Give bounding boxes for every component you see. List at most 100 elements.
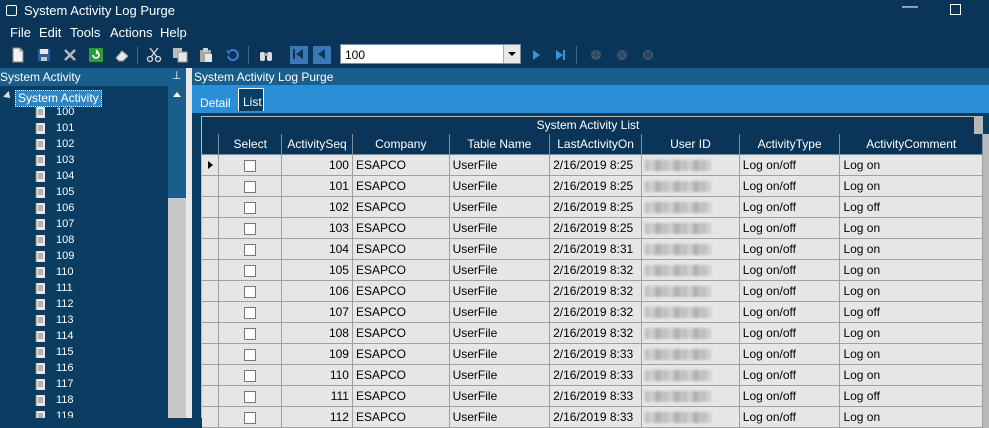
refresh-icon[interactable] (88, 47, 104, 63)
company-cell[interactable]: ESAPCO (352, 386, 449, 407)
user-id-cell[interactable] (642, 386, 740, 407)
select-checkbox[interactable] (244, 202, 256, 214)
scroll-thumb[interactable] (168, 103, 186, 198)
activity-type-cell[interactable]: Log on/off (739, 302, 840, 323)
dropdown-button[interactable] (503, 45, 520, 63)
table-row[interactable]: 100ESAPCOUserFile2/16/2019 8:25Log on/of… (202, 155, 989, 176)
tab-detail[interactable]: Detail (192, 88, 236, 111)
user-id-cell[interactable] (642, 155, 740, 176)
select-checkbox[interactable] (244, 349, 256, 361)
company-cell[interactable]: ESAPCO (352, 197, 449, 218)
menu-file[interactable]: File (10, 25, 31, 40)
activity-seq-cell[interactable]: 100 (282, 155, 353, 176)
activity-comment-cell[interactable]: Log off (840, 302, 983, 323)
company-cell[interactable]: ESAPCO (352, 302, 449, 323)
row-indicator[interactable] (202, 302, 219, 323)
table-name-cell[interactable]: UserFile (449, 323, 550, 344)
select-checkbox[interactable] (244, 370, 256, 382)
last-activity-cell[interactable]: 2/16/2019 8:33 (550, 386, 642, 407)
column-header[interactable]: Company (352, 134, 449, 155)
select-cell[interactable] (219, 323, 282, 344)
next-record-icon[interactable] (528, 47, 544, 63)
company-cell[interactable]: ESAPCO (352, 323, 449, 344)
row-indicator[interactable] (202, 344, 219, 365)
table-row[interactable]: 106ESAPCOUserFile2/16/2019 8:32Log on/of… (202, 281, 989, 302)
select-checkbox[interactable] (244, 286, 256, 298)
last-activity-cell[interactable]: 2/16/2019 8:25 (550, 155, 642, 176)
activity-seq-cell[interactable]: 102 (282, 197, 353, 218)
activity-type-cell[interactable]: Log on/off (739, 365, 840, 386)
column-header[interactable]: LastActivityOn (550, 134, 642, 155)
row-indicator[interactable] (202, 386, 219, 407)
activity-seq-cell[interactable]: 103 (282, 218, 353, 239)
pin-icon[interactable]: ⊥ (172, 69, 182, 82)
maximize-button[interactable] (950, 4, 961, 15)
company-cell[interactable]: ESAPCO (352, 155, 449, 176)
activity-seq-cell[interactable]: 101 (282, 176, 353, 197)
user-id-cell[interactable] (642, 239, 740, 260)
select-cell[interactable] (219, 218, 282, 239)
activity-comment-cell[interactable]: Log on (840, 218, 983, 239)
activity-comment-cell[interactable]: Log on (840, 281, 983, 302)
activity-comment-cell[interactable]: Log on (840, 239, 983, 260)
table-row[interactable]: 104ESAPCOUserFile2/16/2019 8:31Log on/of… (202, 239, 989, 260)
select-cell[interactable] (219, 281, 282, 302)
eraser-icon[interactable] (114, 47, 130, 63)
activity-seq-cell[interactable]: 110 (282, 365, 353, 386)
table-row[interactable]: 109ESAPCOUserFile2/16/2019 8:33Log on/of… (202, 344, 989, 365)
column-header[interactable]: Table Name (449, 134, 550, 155)
user-id-cell[interactable] (642, 260, 740, 281)
user-id-cell[interactable] (642, 281, 740, 302)
record-selector[interactable]: 100 (340, 44, 521, 64)
company-cell[interactable]: ESAPCO (352, 407, 449, 428)
activity-comment-cell[interactable]: Log on (840, 365, 983, 386)
menu-help[interactable]: Help (160, 25, 187, 40)
table-row[interactable]: 101ESAPCOUserFile2/16/2019 8:25Log on/of… (202, 176, 989, 197)
expand-arrow-icon[interactable] (3, 91, 13, 101)
select-cell[interactable] (219, 155, 282, 176)
copy-icon[interactable] (172, 47, 188, 63)
table-name-cell[interactable]: UserFile (449, 344, 550, 365)
select-cell[interactable] (219, 344, 282, 365)
table-name-cell[interactable]: UserFile (449, 386, 550, 407)
activity-seq-cell[interactable]: 112 (282, 407, 353, 428)
activity-type-cell[interactable]: Log on/off (739, 281, 840, 302)
table-name-cell[interactable]: UserFile (449, 218, 550, 239)
row-indicator[interactable] (202, 281, 219, 302)
activity-type-cell[interactable]: Log on/off (739, 323, 840, 344)
column-header[interactable]: User ID (642, 134, 740, 155)
activity-seq-cell[interactable]: 104 (282, 239, 353, 260)
row-indicator[interactable] (202, 365, 219, 386)
first-record-icon[interactable] (290, 46, 308, 64)
table-name-cell[interactable]: UserFile (449, 176, 550, 197)
activity-comment-cell[interactable]: Log on (840, 260, 983, 281)
activity-type-cell[interactable]: Log on/off (739, 260, 840, 281)
select-checkbox[interactable] (244, 160, 256, 172)
activity-seq-cell[interactable]: 108 (282, 323, 353, 344)
select-cell[interactable] (219, 176, 282, 197)
last-activity-cell[interactable]: 2/16/2019 8:25 (550, 176, 642, 197)
user-id-cell[interactable] (642, 365, 740, 386)
select-cell[interactable] (219, 197, 282, 218)
undo-icon[interactable] (224, 47, 240, 63)
row-indicator[interactable] (202, 239, 219, 260)
activity-comment-cell[interactable]: Log off (840, 197, 983, 218)
tree-root[interactable]: System Activity (15, 90, 102, 107)
company-cell[interactable]: ESAPCO (352, 344, 449, 365)
last-record-icon[interactable] (552, 47, 568, 63)
activity-type-cell[interactable]: Log on/off (739, 407, 840, 428)
column-header[interactable]: ActivitySeq (282, 134, 353, 155)
last-activity-cell[interactable]: 2/16/2019 8:32 (550, 260, 642, 281)
company-cell[interactable]: ESAPCO (352, 365, 449, 386)
previous-record-icon[interactable] (313, 46, 331, 64)
select-cell[interactable] (219, 239, 282, 260)
activity-comment-cell[interactable]: Log on (840, 344, 983, 365)
table-row[interactable]: 107ESAPCOUserFile2/16/2019 8:32Log on/of… (202, 302, 989, 323)
activity-seq-cell[interactable]: 107 (282, 302, 353, 323)
table-row[interactable]: 108ESAPCOUserFile2/16/2019 8:32Log on/of… (202, 323, 989, 344)
company-cell[interactable]: ESAPCO (352, 239, 449, 260)
select-checkbox[interactable] (244, 244, 256, 256)
table-row[interactable]: 103ESAPCOUserFile2/16/2019 8:25Log on/of… (202, 218, 989, 239)
activity-type-cell[interactable]: Log on/off (739, 155, 840, 176)
column-header[interactable]: Select (219, 134, 282, 155)
